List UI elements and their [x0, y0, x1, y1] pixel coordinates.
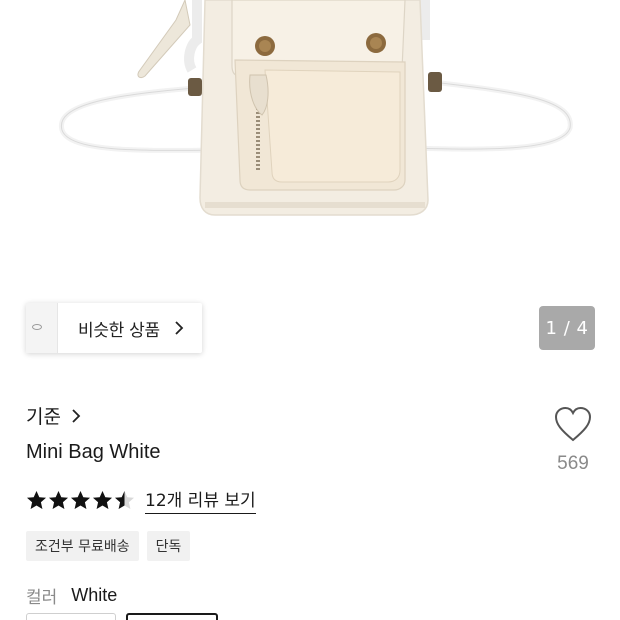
rating-row: 12개 리뷰 보기 — [26, 486, 256, 514]
brand-name: 기준 — [26, 406, 61, 428]
like-count: 569 — [557, 453, 589, 474]
star-half-icon — [115, 490, 134, 509]
color-swatch-selected[interactable] — [126, 613, 218, 620]
star-full-icon — [49, 490, 68, 509]
star-full-icon — [93, 490, 112, 509]
chevron-right-icon — [175, 321, 184, 335]
color-label: 컬러 — [26, 588, 58, 608]
color-swatch[interactable] — [26, 613, 116, 620]
similar-product-thumbnail — [26, 303, 58, 353]
star-rating — [26, 490, 135, 511]
chevron-right-icon — [72, 408, 81, 423]
color-value: White — [71, 585, 118, 605]
shipping-badge: 조건부 무료배송 — [26, 531, 139, 561]
heart-icon — [554, 406, 592, 442]
similar-products-label: 비슷한 상품 — [78, 320, 160, 341]
product-image[interactable] — [0, 0, 620, 290]
product-title: Mini Bag White — [26, 441, 161, 463]
similar-products-button[interactable]: 비슷한 상품 — [26, 303, 202, 353]
like-button[interactable]: 569 — [548, 405, 598, 475]
star-full-icon — [27, 490, 46, 509]
color-option-row: 컬러 White — [26, 583, 117, 608]
badge-list: 조건부 무료배송 단독 — [26, 531, 191, 561]
review-link[interactable]: 12개 리뷰 보기 — [145, 486, 256, 514]
bag-illustration — [58, 0, 573, 216]
star-full-icon — [71, 490, 90, 509]
image-page-counter: 1 / 4 — [539, 306, 595, 350]
exclusive-badge: 단독 — [146, 531, 191, 561]
brand-link[interactable]: 기준 — [26, 402, 83, 429]
